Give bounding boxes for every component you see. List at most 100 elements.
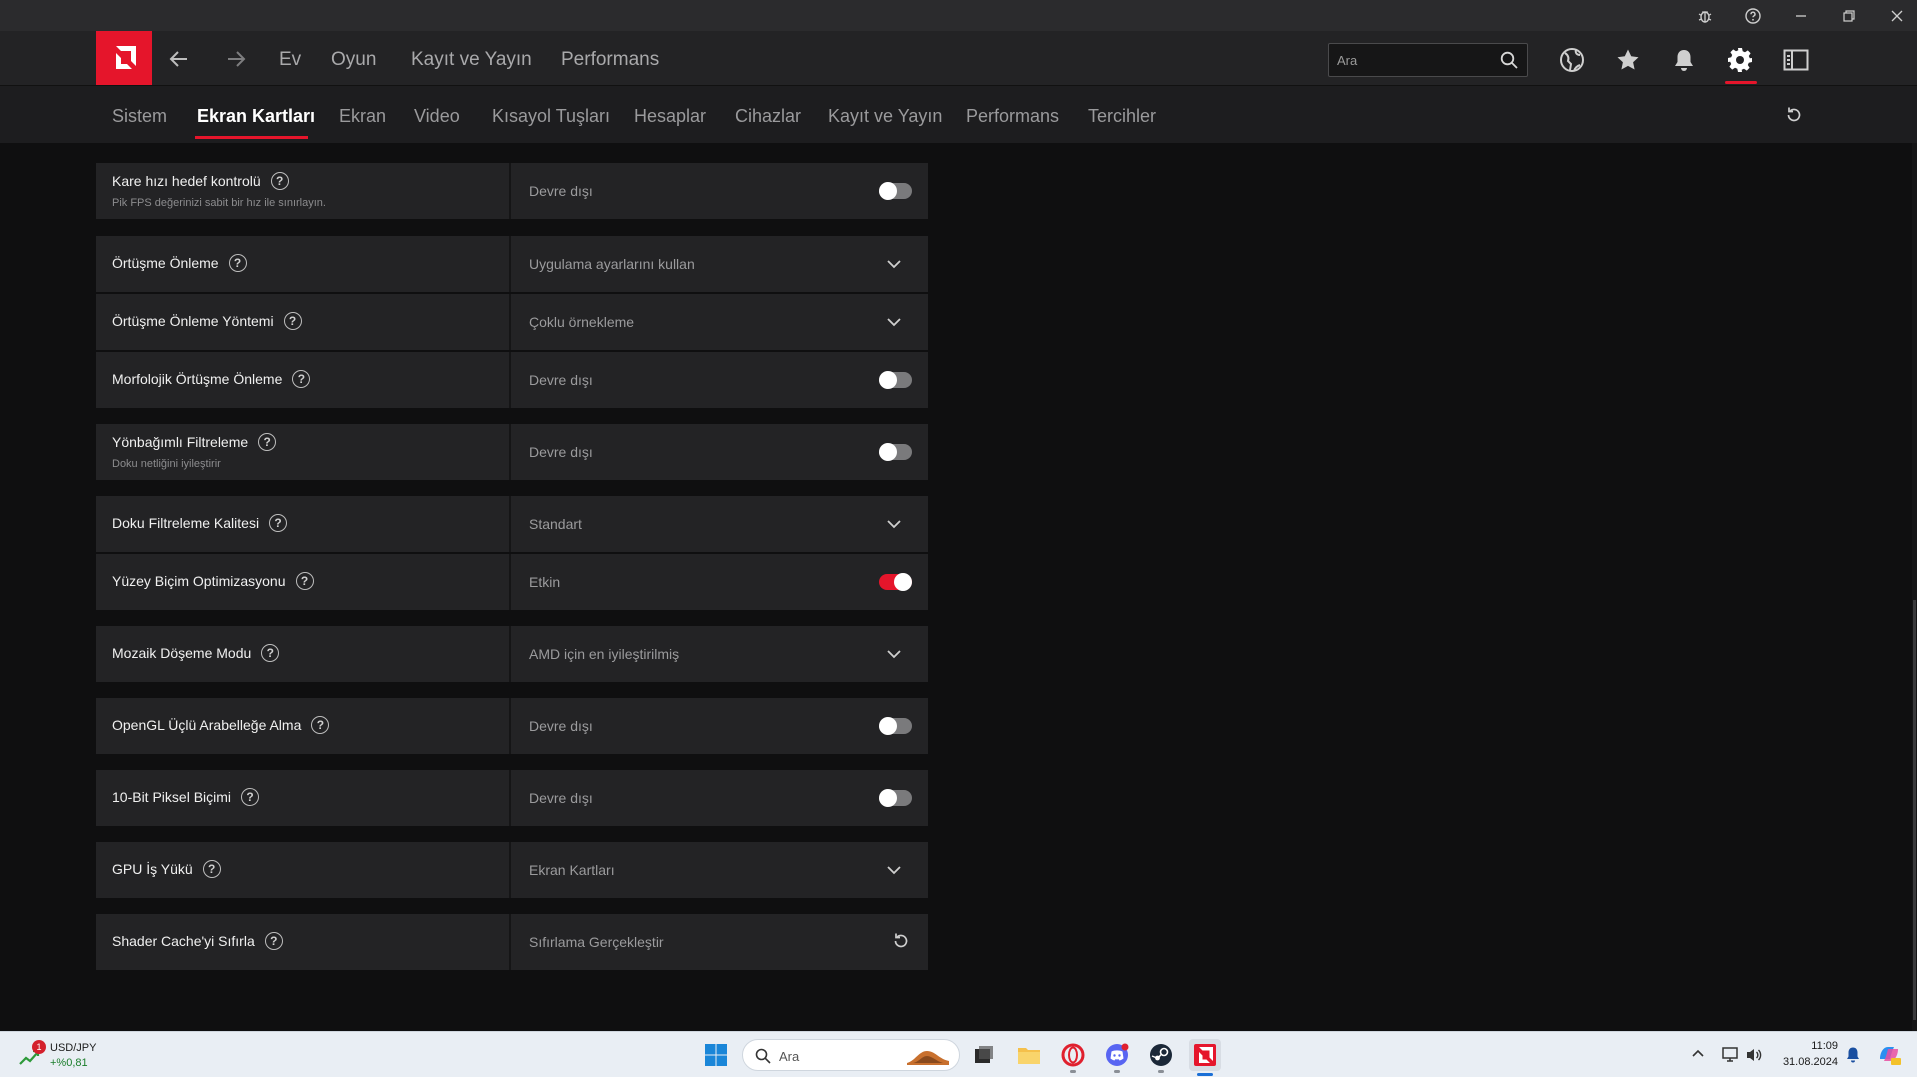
notification-bell-icon[interactable] — [1845, 1046, 1861, 1064]
setting-value: Ekran Kartları — [529, 862, 615, 878]
setting-tessellation-mode[interactable]: Mozaik Döşeme Modu? AMD için en iyileşti… — [96, 626, 928, 682]
folder-icon[interactable] — [1013, 1039, 1045, 1071]
running-indicator — [1114, 1070, 1120, 1073]
globe-icon[interactable] — [1557, 45, 1587, 75]
currency-widget[interactable]: 1 USD/JPY +%0,81 — [18, 1040, 128, 1072]
task-view-icon[interactable] — [968, 1039, 1000, 1071]
frame-rate-target-toggle[interactable] — [879, 182, 912, 200]
help-icon[interactable]: ? — [270, 172, 289, 190]
currency-ticker: USD/JPY — [50, 1042, 97, 1054]
steam-icon[interactable] — [1145, 1039, 1177, 1071]
running-indicator — [1070, 1070, 1076, 1073]
forward-arrow-icon[interactable] — [222, 45, 250, 73]
help-icon[interactable]: ? — [264, 932, 283, 950]
restore-icon[interactable] — [1826, 0, 1872, 31]
scrollbar-thumb[interactable] — [1913, 600, 1916, 1020]
window-titlebar — [0, 0, 1917, 31]
opengl-triple-buffering-toggle[interactable] — [879, 717, 912, 735]
help-icon[interactable] — [1730, 0, 1776, 31]
setting-anti-aliasing[interactable]: Örtüşme Önleme? Uygulama ayarlarını kull… — [96, 236, 928, 292]
tab-system[interactable]: Sistem — [112, 106, 167, 127]
help-icon[interactable]: ? — [295, 572, 314, 590]
help-icon[interactable]: ? — [228, 254, 247, 272]
help-icon[interactable]: ? — [258, 433, 277, 451]
help-icon[interactable]: ? — [241, 788, 260, 806]
back-arrow-icon[interactable] — [165, 45, 193, 73]
active-app-indicator — [1197, 1073, 1213, 1076]
windows-start-icon[interactable] — [700, 1039, 732, 1071]
setting-label-cell: OpenGL Üçlü Arabelleğe Alma? — [96, 698, 511, 754]
chevron-down-icon[interactable] — [886, 862, 902, 878]
taskbar-search[interactable]: Ara — [742, 1039, 960, 1071]
bug-report-icon[interactable] — [1682, 0, 1728, 31]
nav-link-performance[interactable]: Performans — [561, 49, 659, 71]
amd-software-icon[interactable] — [1189, 1039, 1221, 1071]
setting-value: Standart — [529, 516, 582, 532]
setting-opengl-triple-buffering: OpenGL Üçlü Arabelleğe Alma? Devre dışı — [96, 698, 928, 754]
clock-time: 11:09 — [1811, 1040, 1838, 1052]
setting-label-cell: Yönbağımlı Filtreleme? Doku netliğini iy… — [96, 424, 511, 480]
setting-texture-filtering-quality[interactable]: Doku Filtreleme Kalitesi? Standart — [96, 496, 928, 552]
setting-description: Doku netliğini iyileştirir — [112, 458, 221, 470]
reset-all-icon[interactable] — [1780, 101, 1808, 129]
help-icon[interactable]: ? — [269, 514, 288, 532]
volume-icon[interactable] — [1745, 1046, 1763, 1064]
sidebar-toggle-icon[interactable] — [1781, 45, 1811, 75]
tab-devices[interactable]: Cihazlar — [735, 106, 801, 127]
opera-icon[interactable] — [1057, 1039, 1089, 1071]
chevron-down-icon[interactable] — [886, 314, 902, 330]
copilot-icon[interactable] — [1876, 1041, 1902, 1067]
toggle-knob — [879, 789, 897, 807]
star-icon[interactable] — [1613, 45, 1643, 75]
help-icon[interactable]: ? — [311, 716, 330, 734]
chevron-down-icon[interactable] — [886, 256, 902, 272]
setting-reset-shader-cache[interactable]: Shader Cache'yi Sıfırla? Sıfırlama Gerçe… — [96, 914, 928, 970]
nav-link-home[interactable]: Ev — [279, 49, 301, 71]
discord-icon[interactable] — [1101, 1039, 1133, 1071]
nav-link-gaming[interactable]: Oyun — [331, 49, 376, 71]
setting-gpu-workload[interactable]: GPU İş Yükü? Ekran Kartları — [96, 842, 928, 898]
help-icon[interactable]: ? — [283, 312, 302, 330]
active-tab-indicator — [195, 136, 308, 139]
tab-accounts[interactable]: Hesaplar — [634, 106, 706, 127]
help-icon[interactable]: ? — [261, 644, 280, 662]
tab-record-stream[interactable]: Kayıt ve Yayın — [828, 106, 942, 127]
search-box — [1328, 43, 1528, 77]
currency-change: +%0,81 — [50, 1057, 88, 1069]
system-clock[interactable]: 11:09 31.08.2024 — [1776, 1038, 1838, 1070]
setting-value: AMD için en iyileştirilmiş — [529, 646, 680, 662]
minimize-icon[interactable] — [1778, 0, 1824, 31]
toggle-knob — [879, 371, 897, 389]
setting-surface-format-optimization: Yüzey Biçim Optimizasyonu? Etkin — [96, 554, 928, 610]
search-input[interactable] — [1337, 44, 1487, 76]
chevron-down-icon[interactable] — [886, 516, 902, 532]
chevron-down-icon[interactable] — [886, 646, 902, 662]
setting-label-cell: Doku Filtreleme Kalitesi? — [96, 496, 511, 552]
setting-anti-aliasing-method[interactable]: Örtüşme Önleme Yöntemi? Çoklu örnekleme — [96, 294, 928, 350]
tab-performance[interactable]: Performans — [966, 106, 1059, 127]
amd-logo[interactable] — [96, 31, 152, 85]
surface-format-optimization-toggle[interactable] — [879, 573, 912, 591]
chevron-up-icon[interactable] — [1690, 1046, 1706, 1062]
help-icon[interactable]: ? — [202, 860, 221, 878]
tab-preferences[interactable]: Tercihler — [1088, 106, 1156, 127]
search-icon[interactable] — [1500, 51, 1518, 74]
network-icon[interactable] — [1722, 1046, 1740, 1064]
setting-value: Çoklu örnekleme — [529, 314, 635, 330]
tab-display[interactable]: Ekran — [339, 106, 386, 127]
reset-icon[interactable] — [892, 932, 910, 950]
tab-graphics[interactable]: Ekran Kartları — [197, 106, 315, 127]
setting-label-cell: GPU İş Yükü? — [96, 842, 511, 898]
tab-video[interactable]: Video — [414, 106, 460, 127]
morphological-aa-toggle[interactable] — [879, 371, 912, 389]
bell-icon[interactable] — [1669, 45, 1699, 75]
help-icon[interactable]: ? — [292, 370, 311, 388]
nav-link-record-stream[interactable]: Kayıt ve Yayın — [411, 49, 532, 71]
10bit-pixel-format-toggle[interactable] — [879, 789, 912, 807]
anisotropic-filtering-toggle[interactable] — [879, 443, 912, 461]
close-icon[interactable] — [1874, 0, 1917, 31]
tab-hotkeys[interactable]: Kısayol Tuşları — [492, 106, 610, 127]
setting-label: Shader Cache'yi Sıfırla — [112, 933, 255, 949]
running-indicator — [1158, 1070, 1164, 1073]
gear-icon[interactable] — [1725, 45, 1755, 75]
